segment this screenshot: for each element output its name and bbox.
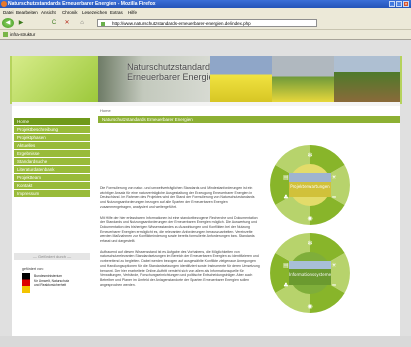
header-leaf-graphic [12,56,98,102]
address-bar[interactable]: http://www.naturschutzstandards-erneuerb… [97,19,317,27]
sidebar-section-title: — Gefördert durch — [14,253,90,260]
diagram-ring: ✻ ☀ ≈ ◉ ♣ ▤ Informationssysteme [270,233,350,313]
window-title: Naturschutzstandards Erneuerbarer Energi… [8,1,156,7]
diagram-informationssysteme[interactable]: ✻ ☀ ≈ ◉ ♣ ▤ Informationssysteme [265,228,355,318]
menu-ansicht[interactable]: Ansicht [41,10,56,15]
wind-icon: ✻ [307,152,312,159]
sidebar-item-projektteam[interactable]: Projektteam [14,174,90,181]
breadcrumb[interactable]: Home [100,108,111,113]
sun-icon: ☀ [331,262,337,269]
bookmarks-bar: infra-struktur [0,30,411,40]
bookmark-icon [3,32,8,37]
funded-by-label: gefördert von: [22,267,44,271]
sidebar-item-ergebnisse[interactable]: Ergebnisse [14,150,90,157]
header-photo-corn [334,56,400,102]
forward-button[interactable]: ▶ [17,19,25,27]
bmu-logo[interactable] [22,273,30,293]
diagram-informationssysteme-label: Informationssysteme [289,272,332,277]
navigation-toolbar: ◀ ▶ C ✕ ⌂ http://www.naturschutzstandard… [0,17,411,30]
menu-datei[interactable]: Datei [3,10,14,15]
stop-button[interactable]: ✕ [63,19,71,27]
water-icon: ≈ [331,282,336,289]
site-title-line1: Naturschutzstandards [127,62,215,72]
intro-paragraph-2: Mit Hilfe der hier erfassbaren Informati… [100,215,258,244]
page-viewport: Naturschutzstandards Erneuerbarer Energi… [0,40,411,336]
bmu-name[interactable]: Bundesministerium für Umwelt, Naturschut… [34,274,84,288]
water-icon: ≈ [331,194,336,201]
diagram-ring: ✻ ☀ ≈ ◉ ♣ ▤ Projekterwartungen [270,145,350,225]
menu-extras[interactable]: Extras [110,10,123,15]
bookmark-infra-struktur[interactable]: infra-struktur [10,32,35,37]
intro-text: Die Formulierung von natur- und umweltve… [100,186,260,293]
intro-paragraph-3: Aufbauend auf diesen Wissensstand ist es… [100,249,260,287]
wind-icon: ✻ [307,240,312,247]
solar-panel-icon: ▤ [283,262,289,269]
section-title: Naturschutzstandards Erneuerbarer Energi… [98,116,400,123]
menu-bearbeiten[interactable]: Bearbeiten [16,10,38,15]
reload-button[interactable]: C [50,19,58,27]
sidebar-item-literaturdatenbank[interactable]: Literaturdatenbank [14,166,90,173]
geothermal-icon: ◉ [307,215,312,222]
minimize-button[interactable]: _ [389,1,395,7]
bmu-name-line3: und Reaktorsicherheit [34,283,67,287]
menu-lesezeichen[interactable]: Lesezeichen [82,10,107,15]
menu-hilfe[interactable]: Hilfe [128,10,137,15]
sun-icon: ☀ [331,174,337,181]
header-photo-wind-field [272,56,334,102]
site-title-line2: Erneuerbarer Energien [127,72,219,82]
biomass-icon: ♣ [283,194,288,201]
solar-panel-icon: ▤ [283,174,289,181]
sidebar-item-projektphasen[interactable]: Projektphasen [14,134,90,141]
biomass-icon: ♣ [283,282,288,289]
sidebar-item-aktuelles[interactable]: Aktuelles [14,142,90,149]
sidebar-item-projektbeschreibung[interactable]: Projektbeschreibung [14,126,90,133]
sidebar-item-standardsuche[interactable]: Standardsuche [14,158,90,165]
menu-chronik[interactable]: Chronik [62,10,78,15]
sidebar-item-kontakt[interactable]: Kontakt [14,182,90,189]
intro-paragraph-1: Die Formulierung von natur- und umweltve… [100,186,255,209]
site-title: Naturschutzstandards Erneuerbarer Energi… [127,62,219,82]
sidebar-item-impressum[interactable]: Impressum [14,190,90,197]
back-button[interactable]: ◀ [2,18,14,28]
header-photo-rapeseed [210,56,272,102]
diagram-projekterwartungen-label: Projekterwartungen [290,184,330,189]
address-text[interactable]: http://www.naturschutzstandards-erneuerb… [112,21,251,26]
close-button[interactable]: × [403,1,409,7]
window-titlebar: Naturschutzstandards Erneuerbarer Energi… [0,0,411,8]
maximize-button[interactable]: □ [396,1,402,7]
sidebar-nav: Home Projektbeschreibung Projektphasen Aktu… [14,118,90,198]
site-favicon [101,21,105,26]
geothermal-icon: ◉ [307,303,312,310]
home-button[interactable]: ⌂ [77,19,87,27]
firefox-icon [1,1,7,7]
sidebar-item-home[interactable]: Home [14,118,90,125]
diagram-projekterwartungen[interactable]: ✻ ☀ ≈ ◉ ♣ ▤ Projekterwartungen [265,140,355,230]
